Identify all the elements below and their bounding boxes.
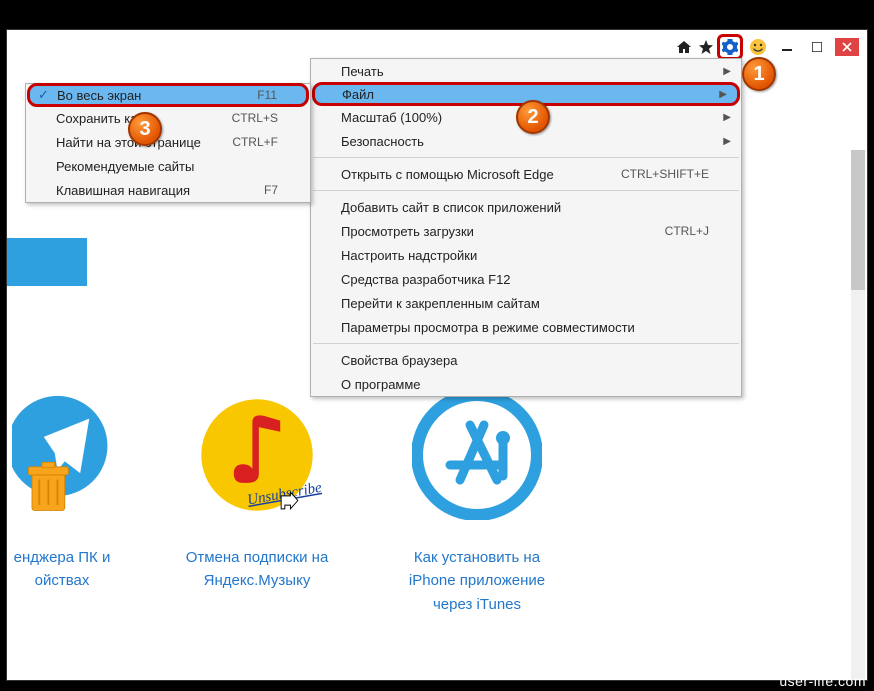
menu-item-label: Во весь экран [57, 88, 257, 103]
chevron-right-icon: ▶ [723, 136, 731, 147]
appstore-icon [412, 390, 542, 520]
menu-item[interactable]: Настроить надстройки [311, 243, 741, 267]
watermark: user-life.com [779, 671, 866, 691]
home-icon[interactable] [673, 36, 695, 58]
menu-item-label: Перейти к закрепленным сайтам [341, 296, 715, 311]
menu-item-label: Свойства браузера [341, 353, 715, 368]
chevron-right-icon: ▶ [719, 89, 727, 100]
menu-item[interactable]: Открыть с помощью Microsoft EdgeCTRL+SHI… [311, 162, 741, 186]
menu-item-label: Средства разработчика F12 [341, 272, 715, 287]
menu-item-shortcut: F11 [257, 88, 283, 102]
menu-separator [313, 190, 739, 191]
menu-item[interactable]: Сохранить как...CTRL+S [26, 106, 310, 130]
menu-item[interactable]: О программе [311, 372, 741, 396]
menu-item[interactable]: Средства разработчика F12 [311, 267, 741, 291]
scrollbar-thumb[interactable] [851, 150, 865, 290]
menu-item-label: Параметры просмотра в режиме совместимос… [341, 320, 715, 335]
menu-item-label: Просмотреть загрузки [341, 224, 665, 239]
star-icon[interactable] [695, 36, 717, 58]
article-card[interactable]: Как установить на iPhone приложение чере… [397, 390, 557, 616]
gear-icon[interactable] [721, 38, 739, 56]
telegram-trash-icon [12, 390, 112, 520]
menu-item-label: Печать [341, 64, 715, 79]
menu-item[interactable]: Перейти к закрепленным сайтам [311, 291, 741, 315]
menu-item[interactable]: Просмотреть загрузкиCTRL+J [311, 219, 741, 243]
menu-item-shortcut: CTRL+SHIFT+E [621, 167, 715, 181]
menu-item-shortcut: CTRL+J [665, 224, 715, 238]
yandex-music-icon: Unsubscribe [192, 390, 322, 520]
menu-item[interactable]: Добавить сайт в список приложений [311, 195, 741, 219]
article-grid: енджера ПК и ойствах Unsubscribe Отмена … [25, 390, 557, 616]
article-link[interactable]: Как установить на iPhone приложение чере… [397, 546, 557, 616]
menu-item-label: Настроить надстройки [341, 248, 715, 263]
vertical-scrollbar[interactable] [851, 150, 865, 681]
menu-item[interactable]: Печать ▶ [311, 59, 741, 83]
partial-banner [7, 238, 87, 286]
emoji-icon[interactable] [747, 36, 769, 58]
article-card[interactable]: енджера ПК и ойствах [7, 390, 117, 616]
callout-3: 3 [128, 112, 162, 146]
article-link[interactable]: енджера ПК и ойствах [7, 546, 117, 593]
menu-separator [313, 157, 739, 158]
menu-item[interactable]: Рекомендуемые сайты [26, 154, 310, 178]
close-button[interactable] [835, 38, 859, 56]
chevron-right-icon: ▶ [723, 112, 731, 123]
menu-item[interactable]: Клавишная навигацияF7 [26, 178, 310, 202]
article-card[interactable]: Unsubscribe Отмена подписки на Яндекс.Му… [177, 390, 337, 616]
menu-item-label: О программе [341, 377, 715, 392]
callout-2: 2 [516, 100, 550, 134]
article-link[interactable]: Отмена подписки на Яндекс.Музыку [177, 546, 337, 593]
menu-item-shortcut: CTRL+F [232, 135, 284, 149]
menu-item[interactable]: Параметры просмотра в режиме совместимос… [311, 315, 741, 339]
chevron-right-icon: ▶ [723, 66, 731, 77]
file-submenu: ✓ Во весь экранF11 Сохранить как...CTRL+SН… [25, 83, 311, 203]
menu-item[interactable]: ✓ Во весь экранF11 [27, 83, 309, 107]
menu-item-label: Клавишная навигация [56, 183, 264, 198]
callout-1: 1 [742, 57, 776, 91]
menu-item-label: Безопасность [341, 134, 715, 149]
menu-item[interactable]: Найти на этой страницеCTRL+F [26, 130, 310, 154]
menu-item-shortcut: F7 [264, 183, 284, 197]
menu-item-label: Рекомендуемые сайты [56, 159, 284, 174]
menu-item[interactable]: Свойства браузера [311, 348, 741, 372]
titlebar [7, 30, 867, 60]
minimize-button[interactable] [775, 38, 799, 56]
tools-button-highlight [717, 34, 743, 60]
menu-item-label: Открыть с помощью Microsoft Edge [341, 167, 621, 182]
menu-item-shortcut: CTRL+S [232, 111, 284, 125]
check-icon: ✓ [38, 87, 49, 103]
menu-separator [313, 343, 739, 344]
menu-item-label: Файл [342, 87, 714, 102]
maximize-button[interactable] [805, 38, 829, 56]
menu-item-label: Добавить сайт в список приложений [341, 200, 715, 215]
